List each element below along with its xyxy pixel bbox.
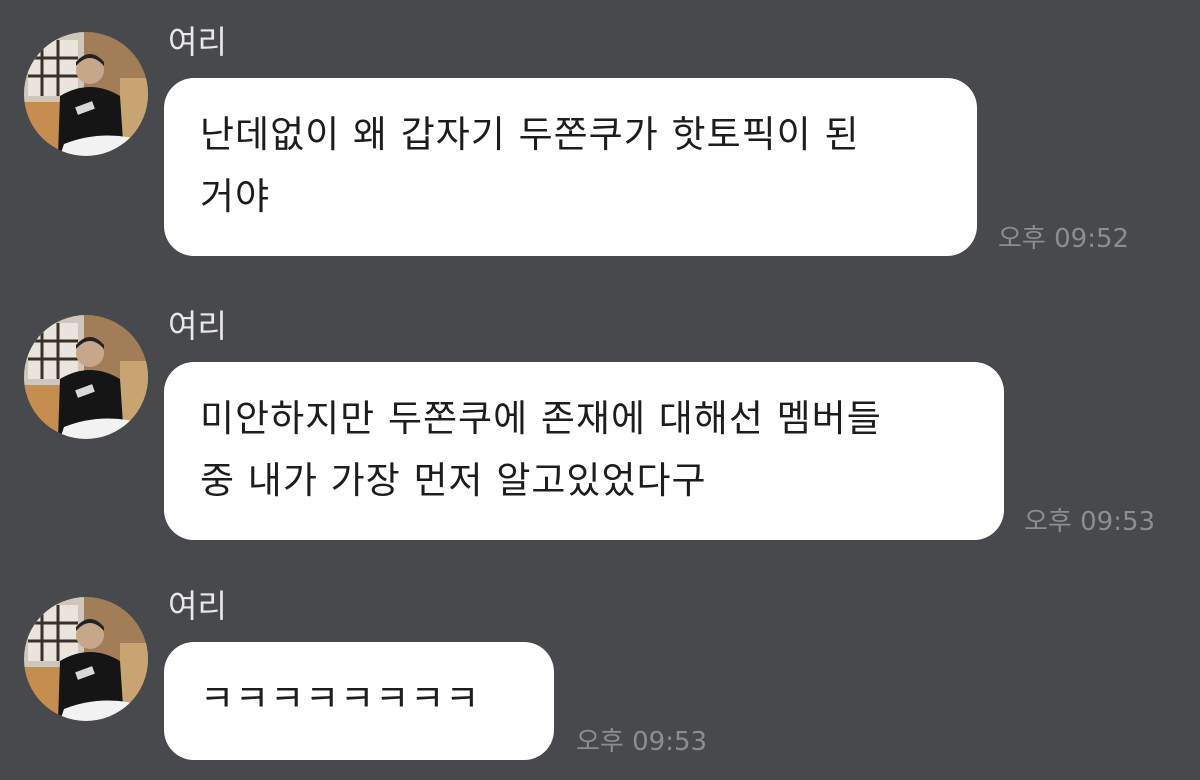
sender-name: 여리	[168, 23, 227, 61]
profile-photo-icon	[24, 315, 148, 439]
sender-name: 여리	[168, 587, 227, 625]
message-bubble[interactable]: 미안하지만 두쫀쿠에 존재에 대해선 멤버들 중 내가 가장 먼저 알고있었다구	[164, 362, 1004, 540]
message-timestamp: 오후 09:52	[998, 224, 1130, 254]
message-group: 여리 난데없이 왜 갑자기 두쫀쿠가 핫토픽이 된 거야 오후 09:52	[0, 0, 1200, 270]
message-text-line: 거야	[200, 175, 271, 218]
chat-message-list: 여리 난데없이 왜 갑자기 두쫀쿠가 핫토픽이 된 거야 오후 09:52 여리…	[0, 0, 1200, 780]
avatar[interactable]	[24, 597, 148, 721]
message-bubble[interactable]: 난데없이 왜 갑자기 두쫀쿠가 핫토픽이 된 거야	[164, 78, 977, 256]
message-text-line: 중 내가 가장 먼저 알고있었다구	[200, 459, 707, 502]
message-timestamp: 오후 09:53	[1024, 507, 1156, 537]
message-text-line: 미안하지만 두쫀쿠에 존재에 대해선 멤버들	[200, 397, 882, 440]
avatar[interactable]	[24, 32, 148, 156]
message-text-line: 난데없이 왜 갑자기 두쫀쿠가 핫토픽이 된	[200, 113, 860, 156]
avatar[interactable]	[24, 315, 148, 439]
profile-photo-icon	[24, 597, 148, 721]
message-bubble[interactable]: ㅋㅋㅋㅋㅋㅋㅋㅋ	[164, 642, 554, 760]
message-text-line: ㅋㅋㅋㅋㅋㅋㅋㅋ	[200, 677, 481, 720]
message-timestamp: 오후 09:53	[576, 727, 708, 757]
message-group: 여리 ㅋㅋㅋㅋㅋㅋㅋㅋ 오후 09:53	[0, 580, 1200, 780]
profile-photo-icon	[24, 32, 148, 156]
message-group: 여리 미안하지만 두쫀쿠에 존재에 대해선 멤버들 중 내가 가장 먼저 알고있…	[0, 300, 1200, 560]
sender-name: 여리	[168, 307, 227, 345]
